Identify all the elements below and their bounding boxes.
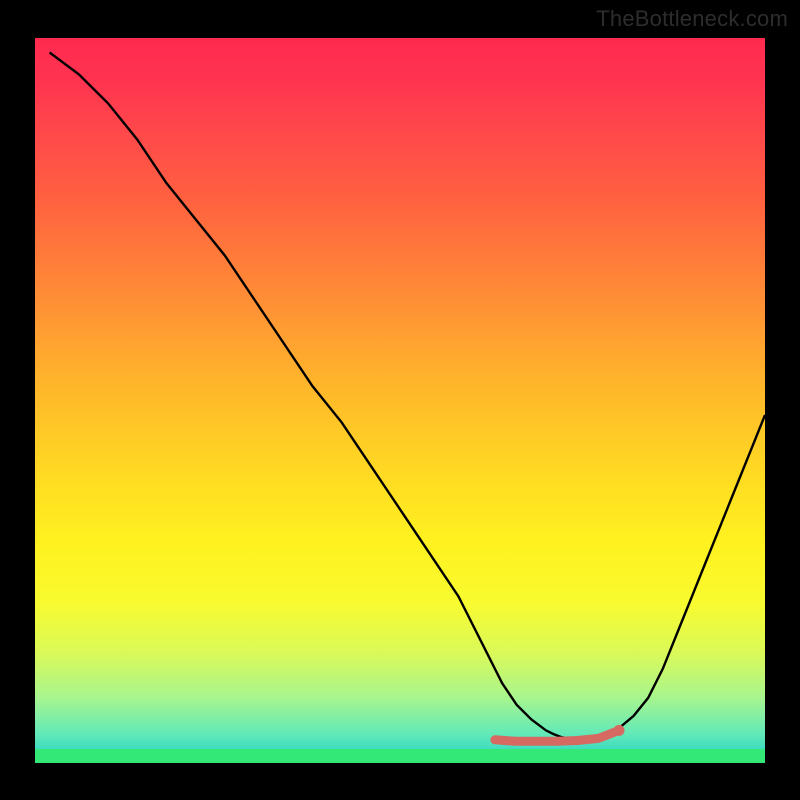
highlight-end-dot <box>614 725 625 736</box>
watermark-text: TheBottleneck.com <box>596 6 788 32</box>
chart-plot-area <box>35 38 765 763</box>
curve-path <box>50 53 765 742</box>
bottleneck-curve <box>35 38 765 763</box>
